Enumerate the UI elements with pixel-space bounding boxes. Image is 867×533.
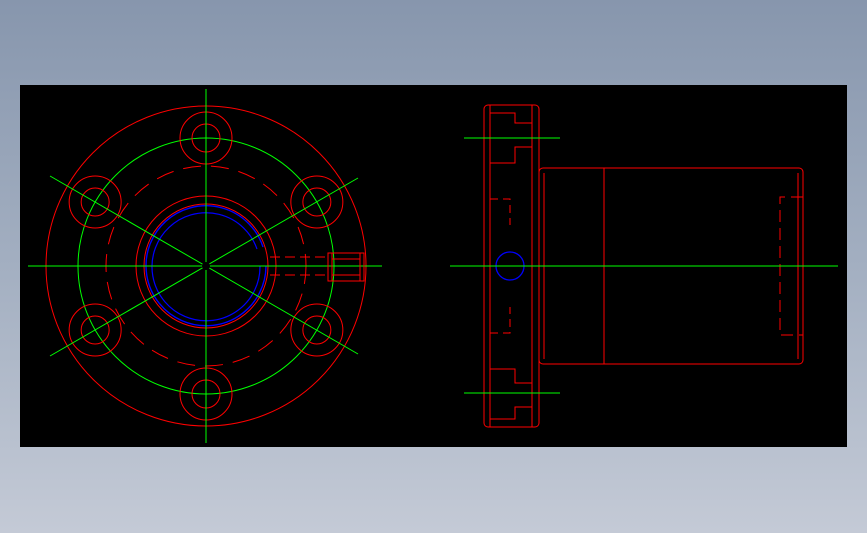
side-view	[450, 104, 838, 428]
center-mark	[202, 262, 210, 270]
drawing-canvas[interactable]	[20, 85, 847, 447]
counterbore-bottom	[490, 368, 533, 420]
lube-port	[270, 252, 365, 282]
front-view	[28, 89, 382, 443]
cad-drawing	[28, 89, 838, 443]
